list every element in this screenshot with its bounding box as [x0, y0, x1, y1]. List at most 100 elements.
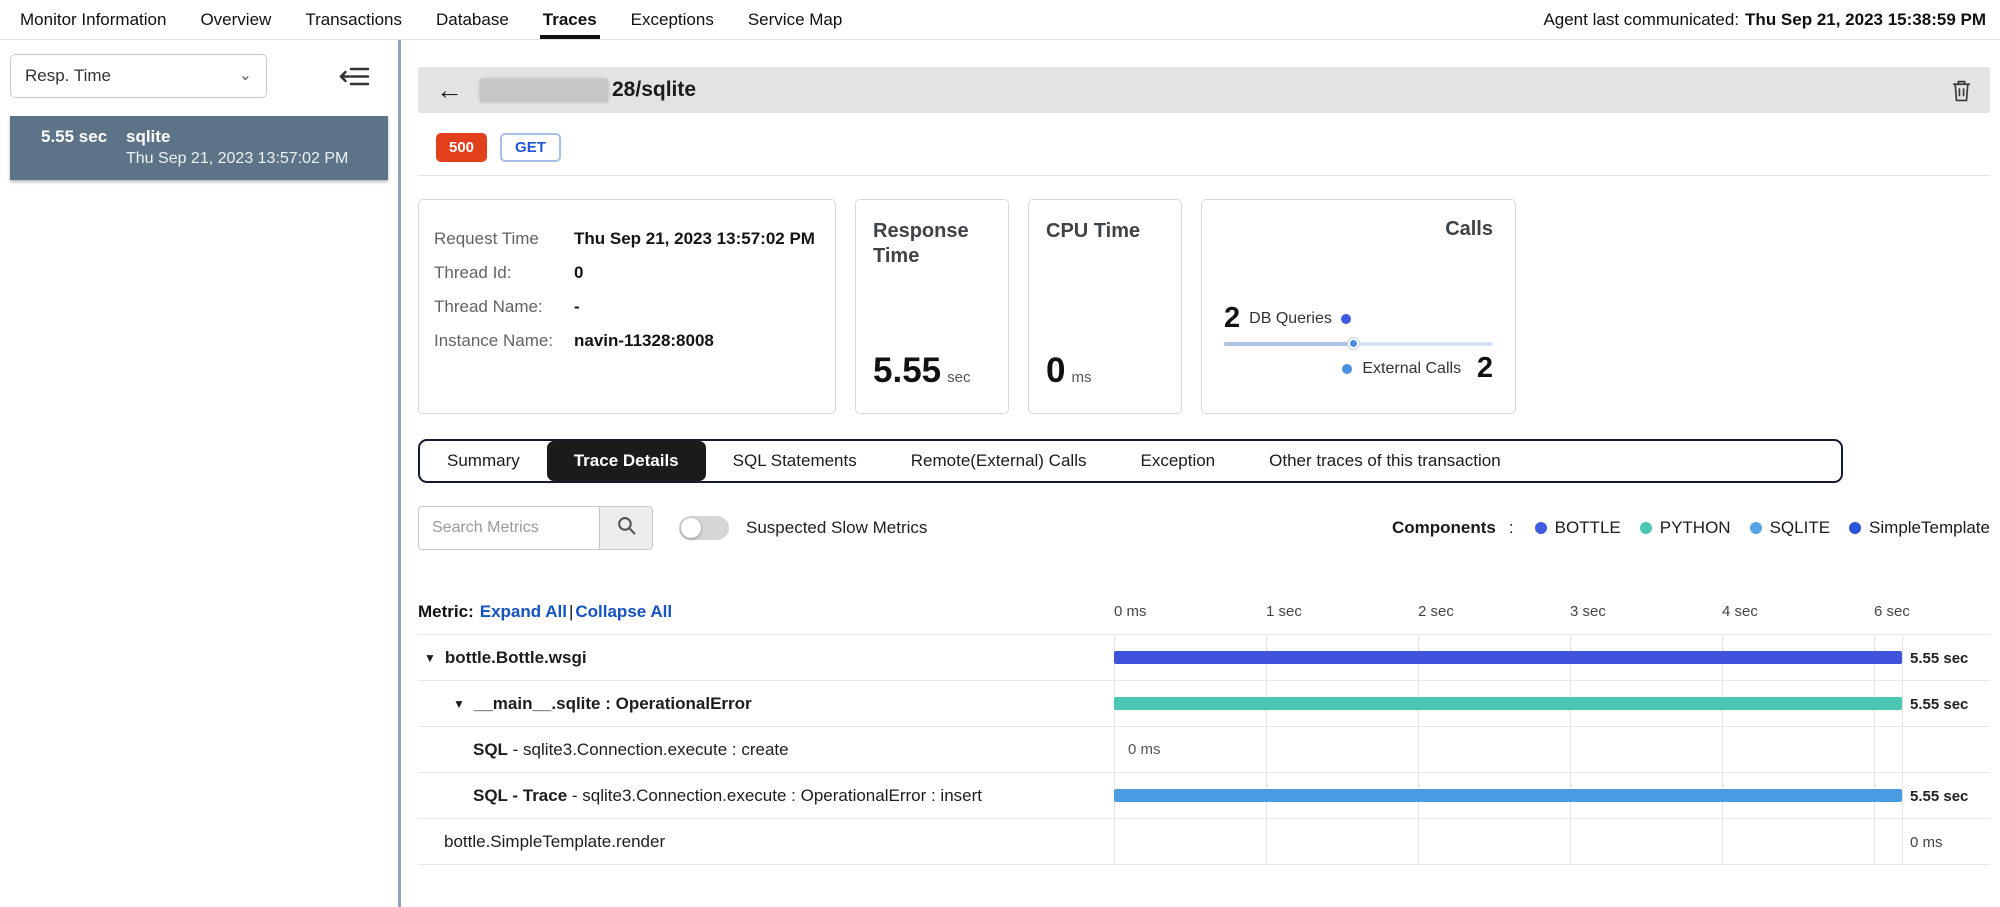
links-divider: | — [569, 602, 573, 622]
summary-cards: Request TimeThu Sep 21, 2023 13:57:02 PM… — [418, 199, 1990, 414]
simpletemplate-dot-icon — [1849, 522, 1861, 534]
trace-waterfall: Metric: Expand All | Collapse All 0 ms 1… — [418, 590, 1990, 865]
row-duration: 0 ms — [1128, 741, 1161, 758]
calls-marker-icon — [1348, 338, 1359, 349]
trace-row-simpletemplate-render: bottle.SimpleTemplate.render 0 ms — [418, 819, 1990, 865]
caret-down-icon[interactable]: ▼ — [453, 697, 465, 711]
toggle-knob — [681, 518, 701, 538]
trace-row-wsgi[interactable]: ▼ bottle.Bottle.wsgi 5.55 sec — [418, 635, 1990, 681]
tab-remote-external-calls[interactable]: Remote(External) Calls — [884, 441, 1114, 481]
request-time-label: Request Time — [434, 228, 574, 249]
row-duration: 5.55 sec — [1910, 788, 1968, 805]
redacted-text — [479, 78, 609, 103]
trace-item-duration: 5.55 sec — [41, 127, 126, 168]
trace-list-item[interactable]: 5.55 sec sqlite Thu Sep 21, 2023 13:57:0… — [10, 116, 388, 180]
tick-6sec: 6 sec — [1874, 603, 1910, 620]
duration-bar — [1114, 789, 1902, 802]
caret-down-icon[interactable]: ▼ — [424, 651, 436, 665]
trace-table-header: Metric: Expand All | Collapse All 0 ms 1… — [418, 590, 1990, 635]
collapse-panel-icon[interactable] — [339, 65, 370, 88]
bottle-dot-icon — [1535, 522, 1547, 534]
thread-id-label: Thread Id: — [434, 262, 574, 283]
suspected-slow-metrics-toggle[interactable] — [679, 516, 729, 540]
suspected-slow-metrics-label: Suspected Slow Metrics — [746, 518, 927, 538]
back-arrow-icon[interactable]: ← — [436, 77, 463, 104]
trace-row-sql-insert: SQL - Trace - sqlite3.Connection.execute… — [418, 773, 1990, 819]
response-time-unit: sec — [947, 369, 970, 386]
db-queries-dot-icon — [1341, 314, 1351, 324]
calls-breakdown-track — [1224, 342, 1493, 346]
components-separator: : — [1509, 518, 1514, 538]
search-icon — [617, 516, 636, 540]
legend-item-bottle: BOTTLE — [1535, 518, 1621, 538]
components-legend: Components : BOTTLE PYTHON SQLITE Simple… — [1392, 518, 1990, 538]
cpu-time-card: CPU Time 0 ms — [1028, 199, 1182, 414]
tab-trace-details[interactable]: Trace Details — [547, 441, 706, 481]
row-duration: 5.55 sec — [1910, 696, 1968, 713]
db-queries-count: 2 — [1224, 304, 1240, 333]
thread-name-label: Thread Name: — [434, 296, 574, 317]
cpu-time-unit: ms — [1071, 369, 1091, 386]
trace-title: 28/sqlite — [612, 78, 696, 102]
apm-trace-page: Monitor Information Overview Transaction… — [0, 0, 2000, 907]
tab-sql-statements[interactable]: SQL Statements — [706, 441, 884, 481]
tick-0ms: 0 ms — [1114, 603, 1147, 620]
cpu-time-value: 0 — [1046, 351, 1065, 391]
nav-transactions[interactable]: Transactions — [305, 0, 402, 39]
python-dot-icon — [1640, 522, 1652, 534]
request-info-card: Request TimeThu Sep 21, 2023 13:57:02 PM… — [418, 199, 836, 414]
nav-exceptions[interactable]: Exceptions — [631, 0, 714, 39]
trace-item-timestamp: Thu Sep 21, 2023 13:57:02 PM — [126, 150, 348, 168]
delete-trace-icon[interactable] — [1951, 79, 1972, 102]
response-time-title: Response Time — [873, 219, 991, 269]
request-badges: 500 GET — [418, 113, 1990, 175]
status-code-badge: 500 — [436, 133, 487, 162]
sort-dropdown[interactable]: Resp. Time ⌄ — [10, 54, 267, 98]
nav-traces[interactable]: Traces — [543, 0, 597, 39]
search-metrics-input[interactable] — [418, 506, 599, 550]
request-time-value: Thu Sep 21, 2023 13:57:02 PM — [574, 228, 815, 249]
tick-1sec: 1 sec — [1266, 603, 1302, 620]
calls-card: Calls 2 DB Queries Ext — [1201, 199, 1516, 414]
nav-database[interactable]: Database — [436, 0, 509, 39]
tab-exception[interactable]: Exception — [1113, 441, 1242, 481]
tick-2sec: 2 sec — [1418, 603, 1454, 620]
response-time-value: 5.55 — [873, 351, 941, 391]
trace-detail-panel: ← 28/sqlite 500 GET Request TimeThu Sep … — [401, 40, 2000, 907]
instance-name-value: navin-11328:8008 — [574, 330, 714, 351]
top-nav: Monitor Information Overview Transaction… — [0, 0, 2000, 40]
legend-item-simpletemplate: SimpleTemplate — [1849, 518, 1990, 538]
calls-card-title: Calls — [1445, 218, 1493, 241]
external-calls-label: External Calls — [1362, 360, 1461, 378]
tick-4sec: 4 sec — [1722, 603, 1758, 620]
agent-last-communicated: Agent last communicated:Thu Sep 21, 2023… — [1543, 10, 1986, 30]
legend-item-python: PYTHON — [1640, 518, 1731, 538]
duration-bar — [1114, 651, 1902, 664]
http-method-badge: GET — [500, 133, 561, 162]
row-duration: 5.55 sec — [1910, 650, 1968, 667]
trace-row-main-sqlite[interactable]: ▼ __main__.sqlite : OperationalError 5.5… — [418, 681, 1990, 727]
sort-dropdown-value: Resp. Time — [25, 66, 111, 86]
expand-all-link[interactable]: Expand All — [480, 602, 567, 622]
row-duration: 0 ms — [1910, 834, 1943, 851]
nav-monitor-information[interactable]: Monitor Information — [20, 0, 166, 39]
metric-label: Metric: — [418, 602, 474, 622]
search-button[interactable] — [599, 506, 653, 550]
tab-summary[interactable]: Summary — [420, 441, 547, 481]
thread-name-value: - — [574, 296, 580, 317]
trace-list-sidebar: Resp. Time ⌄ 5.55 sec sqlite Thu Sep 21,… — [0, 40, 398, 907]
response-time-card: Response Time 5.55 sec — [855, 199, 1009, 414]
detail-tabs: Summary Trace Details SQL Statements Rem… — [418, 439, 1843, 483]
duration-bar — [1114, 697, 1902, 710]
db-queries-label: DB Queries — [1249, 310, 1332, 328]
tab-other-traces[interactable]: Other traces of this transaction — [1242, 441, 1528, 481]
nav-overview[interactable]: Overview — [200, 0, 271, 39]
tick-3sec: 3 sec — [1570, 603, 1606, 620]
nav-service-map[interactable]: Service Map — [748, 0, 842, 39]
collapse-all-link[interactable]: Collapse All — [575, 602, 672, 622]
trace-row-sql-create: SQL - sqlite3.Connection.execute : creat… — [418, 727, 1990, 773]
chevron-down-icon: ⌄ — [239, 71, 252, 81]
components-label: Components — [1392, 518, 1496, 538]
cpu-time-title: CPU Time — [1046, 219, 1164, 244]
legend-item-sqlite: SQLITE — [1750, 518, 1830, 538]
